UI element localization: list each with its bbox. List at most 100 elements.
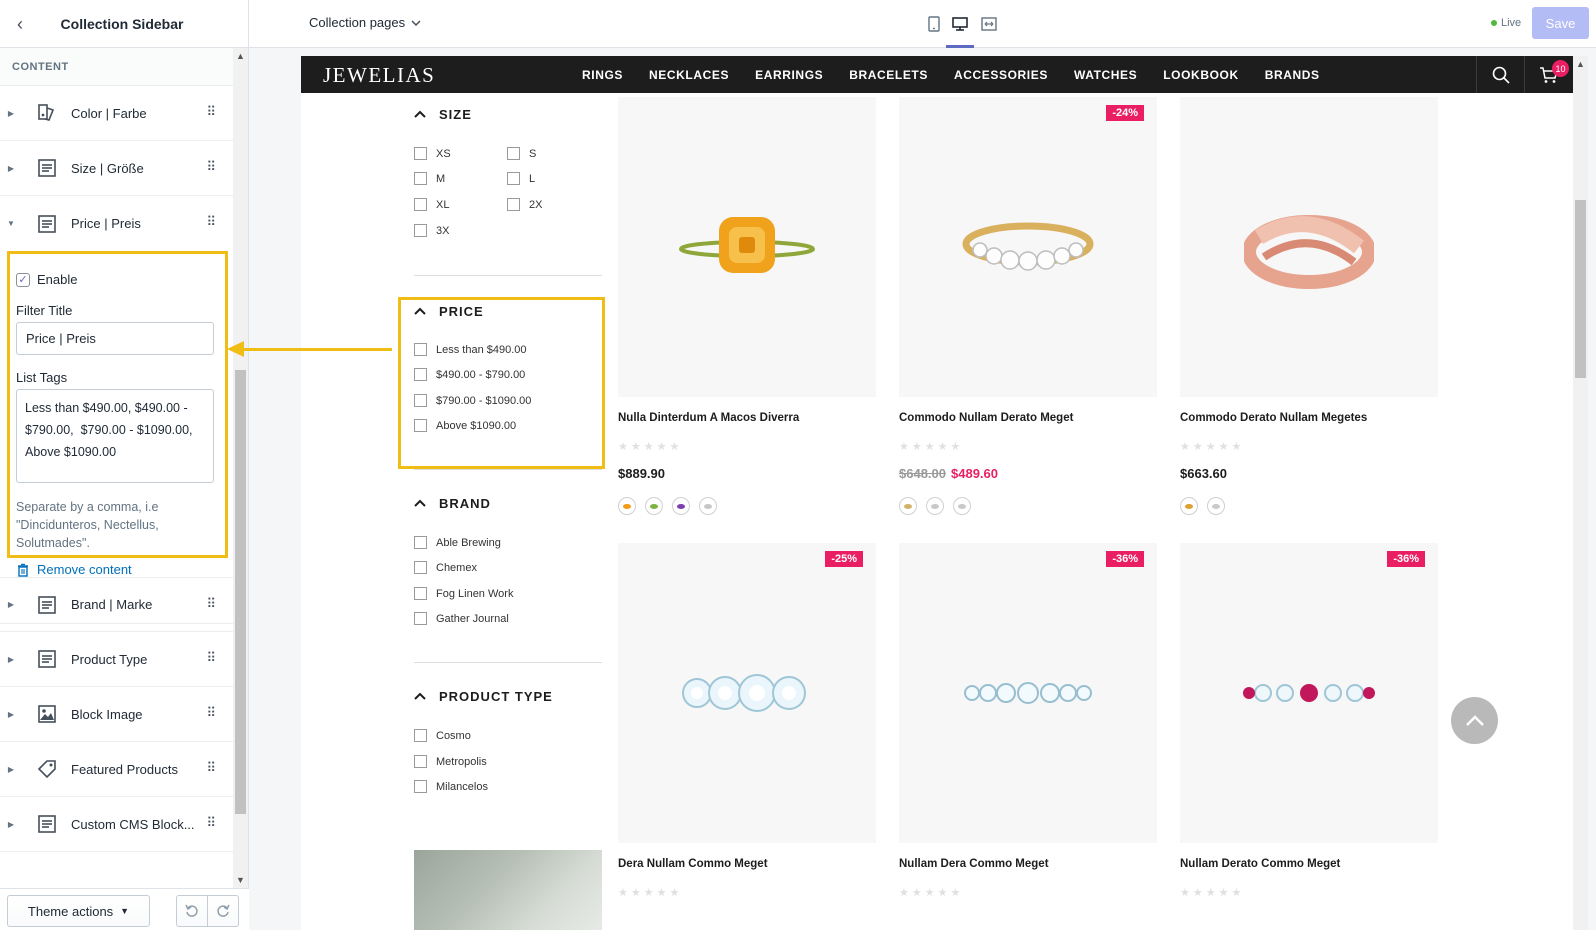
nav-link-earrings[interactable]: EARRINGS	[755, 68, 823, 82]
nav-link-accessories[interactable]: ACCESSORIES	[954, 68, 1048, 82]
filter-option[interactable]: $490.00 - $790.00	[414, 368, 525, 381]
product-name[interactable]: Nullam Derato Commo Meget	[1180, 858, 1438, 870]
nav-link-watches[interactable]: WATCHES	[1074, 68, 1137, 82]
filter-checkbox[interactable]	[414, 729, 427, 742]
filter-option[interactable]: XL	[414, 198, 449, 211]
filter-option[interactable]: Metropolis	[414, 755, 487, 768]
enable-checkbox-row[interactable]: ✓ Enable	[16, 272, 77, 287]
content-block-size[interactable]: ▶ Size | Größe ⠿	[0, 141, 233, 196]
filter-option[interactable]: L	[507, 172, 535, 185]
content-block-color[interactable]: ▶ Color | Farbe ⠿	[0, 86, 233, 141]
product-image[interactable]: -36%	[1180, 543, 1438, 843]
filter-option[interactable]: Less than $490.00	[414, 343, 527, 356]
color-swatch[interactable]	[953, 497, 971, 515]
color-swatch[interactable]	[618, 497, 636, 515]
sidebar-block-image[interactable]	[414, 850, 602, 930]
back-to-top-button[interactable]	[1451, 697, 1498, 744]
filter-option[interactable]: $790.00 - $1090.00	[414, 394, 531, 407]
drag-handle-icon[interactable]: ⠿	[206, 596, 215, 612]
drag-handle-icon[interactable]: ⠿	[206, 705, 215, 721]
nav-link-brands[interactable]: BRANDS	[1265, 68, 1320, 82]
filter-size-title[interactable]: SIZE	[414, 107, 472, 122]
filter-option[interactable]: Fog Linen Work	[414, 587, 513, 600]
nav-link-bracelets[interactable]: BRACELETS	[849, 68, 928, 82]
filter-checkbox[interactable]	[507, 147, 520, 160]
filter-checkbox[interactable]	[414, 368, 427, 381]
product-name[interactable]: Dera Nullam Commo Meget	[618, 858, 876, 870]
content-block-image[interactable]: ▶ Block Image ⠿	[0, 687, 233, 742]
product-image[interactable]: -36%	[899, 543, 1157, 843]
product-card[interactable]: -25% Dera Nullam Commo Meget ★★★★★	[618, 543, 876, 899]
expand-caret-icon[interactable]: ▶	[0, 600, 22, 609]
drag-handle-icon[interactable]: ⠿	[206, 815, 215, 831]
color-swatch[interactable]	[699, 497, 717, 515]
search-button[interactable]	[1476, 56, 1524, 93]
drag-handle-icon[interactable]: ⠿	[206, 650, 215, 666]
filter-option[interactable]: 3X	[414, 224, 449, 237]
filter-checkbox[interactable]	[414, 224, 427, 237]
undo-button[interactable]	[176, 895, 208, 927]
scroll-down-icon[interactable]: ▼	[233, 872, 248, 888]
color-swatch[interactable]	[1207, 497, 1225, 515]
expand-caret-icon[interactable]: ▶	[0, 710, 22, 719]
filter-option[interactable]: Chemex	[414, 561, 477, 574]
nav-link-rings[interactable]: RINGS	[582, 68, 623, 82]
filter-brand-title[interactable]: BRAND	[414, 496, 491, 511]
filter-option[interactable]: 2X	[507, 198, 542, 211]
content-block-price[interactable]: ▼ Price | Preis ⠿	[0, 196, 233, 251]
drag-handle-icon[interactable]: ⠿	[206, 214, 215, 230]
store-logo[interactable]: JEWELIAS	[323, 63, 435, 88]
fullscreen-view-button[interactable]	[975, 12, 1003, 36]
filter-checkbox[interactable]	[507, 172, 520, 185]
back-arrow-icon[interactable]: ‹	[10, 14, 30, 34]
content-block-custom-cms[interactable]: ▶ Custom CMS Block... ⠿	[0, 797, 233, 852]
scroll-up-icon[interactable]: ▲	[1573, 56, 1588, 72]
content-block-brand[interactable]: ▶ Brand | Marke ⠿	[0, 577, 233, 632]
preview-scrollbar[interactable]: ▲	[1573, 56, 1588, 930]
filter-checkbox[interactable]	[414, 198, 427, 211]
product-card[interactable]: Commodo Derato Nullam Megetes ★★★★★ $663…	[1180, 97, 1438, 515]
product-image[interactable]	[1180, 97, 1438, 397]
theme-actions-button[interactable]: Theme actions ▼	[7, 895, 150, 927]
filter-checkbox[interactable]	[414, 561, 427, 574]
color-swatch[interactable]	[926, 497, 944, 515]
color-swatch[interactable]	[672, 497, 690, 515]
nav-link-necklaces[interactable]: NECKLACES	[649, 68, 729, 82]
filter-checkbox[interactable]	[414, 587, 427, 600]
product-card[interactable]: Nulla Dinterdum A Macos Diverra ★★★★★ $8…	[618, 97, 876, 515]
filter-option[interactable]: Milancelos	[414, 780, 488, 793]
expand-caret-icon[interactable]: ▶	[0, 655, 22, 664]
filter-option[interactable]: S	[507, 147, 536, 160]
filter-title-input[interactable]	[16, 322, 214, 355]
product-name[interactable]: Commodo Nullam Derato Meget	[899, 412, 1157, 424]
filter-checkbox[interactable]	[414, 780, 427, 793]
cart-button[interactable]: 10	[1524, 56, 1573, 93]
drag-handle-icon[interactable]: ⠿	[206, 159, 215, 175]
filter-checkbox[interactable]	[414, 343, 427, 356]
product-name[interactable]: Nullam Dera Commo Meget	[899, 858, 1157, 870]
sidebar-scrollbar[interactable]: ▲ ▼	[233, 48, 248, 888]
product-name[interactable]: Nulla Dinterdum A Macos Diverra	[618, 412, 876, 424]
expand-caret-icon[interactable]: ▶	[0, 109, 22, 118]
filter-checkbox[interactable]	[414, 536, 427, 549]
list-tags-textarea[interactable]: Less than $490.00, $490.00 - $790.00, $7…	[16, 389, 214, 483]
expand-caret-icon[interactable]: ▶	[0, 164, 22, 173]
filter-checkbox[interactable]	[414, 172, 427, 185]
collapse-caret-icon[interactable]: ▼	[0, 219, 22, 228]
content-block-product-type[interactable]: ▶ Product Type ⠿	[0, 632, 233, 687]
scrollbar-thumb[interactable]	[1575, 200, 1586, 378]
product-image[interactable]: -25%	[618, 543, 876, 843]
enable-checkbox[interactable]: ✓	[16, 272, 30, 287]
filter-product-type-title[interactable]: PRODUCT TYPE	[414, 689, 553, 704]
nav-link-lookbook[interactable]: LOOKBOOK	[1163, 68, 1238, 82]
filter-checkbox[interactable]	[414, 147, 427, 160]
filter-option[interactable]: Gather Journal	[414, 612, 509, 625]
filter-checkbox[interactable]	[507, 198, 520, 211]
expand-caret-icon[interactable]: ▶	[0, 765, 22, 774]
expand-caret-icon[interactable]: ▶	[0, 820, 22, 829]
filter-checkbox[interactable]	[414, 419, 427, 432]
mobile-view-button[interactable]	[920, 12, 948, 36]
product-name[interactable]: Commodo Derato Nullam Megetes	[1180, 412, 1438, 424]
save-button[interactable]: Save	[1532, 7, 1589, 39]
product-image[interactable]	[618, 97, 876, 397]
